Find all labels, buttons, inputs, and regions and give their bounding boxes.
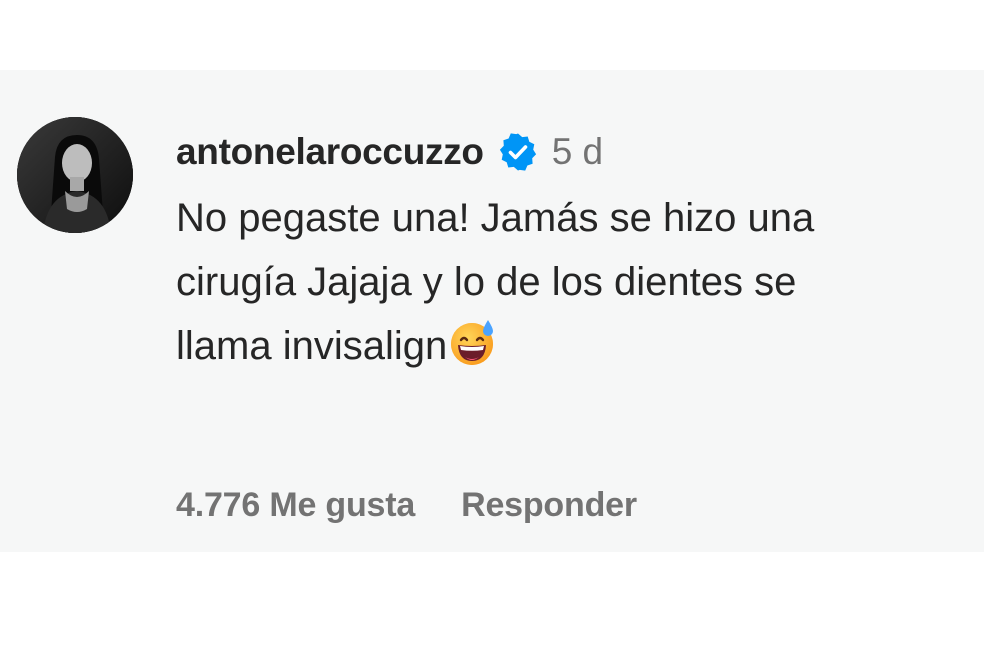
comment-actions: 4.776 Me gusta Responder xyxy=(176,486,637,525)
verified-badge-icon xyxy=(498,132,538,172)
username[interactable]: antonelaroccuzzo xyxy=(176,131,484,173)
grinning-sweat-emoji-icon xyxy=(447,317,497,367)
reply-button[interactable]: Responder xyxy=(461,486,637,525)
comment-text-line: No pegaste una! Jamás se hizo una xyxy=(176,196,815,240)
comment-body: antonelaroccuzzo 5 d No pegaste una! Jam… xyxy=(176,126,976,378)
avatar-photo xyxy=(17,117,133,233)
comment-text: No pegaste una! Jamás se hizo una cirugí… xyxy=(176,186,966,378)
likes-count-button[interactable]: 4.776 Me gusta xyxy=(176,486,415,525)
comment-text-line: llama invisalign xyxy=(176,314,966,378)
comment-text-segment: llama invisalign xyxy=(176,324,448,368)
page: antonelaroccuzzo 5 d No pegaste una! Jam… xyxy=(0,0,984,655)
avatar[interactable] xyxy=(17,117,133,233)
comment-text-line: cirugía Jajaja y lo de los dientes se xyxy=(176,260,797,304)
comment-header: antonelaroccuzzo 5 d xyxy=(176,126,976,178)
timestamp: 5 d xyxy=(551,131,604,172)
